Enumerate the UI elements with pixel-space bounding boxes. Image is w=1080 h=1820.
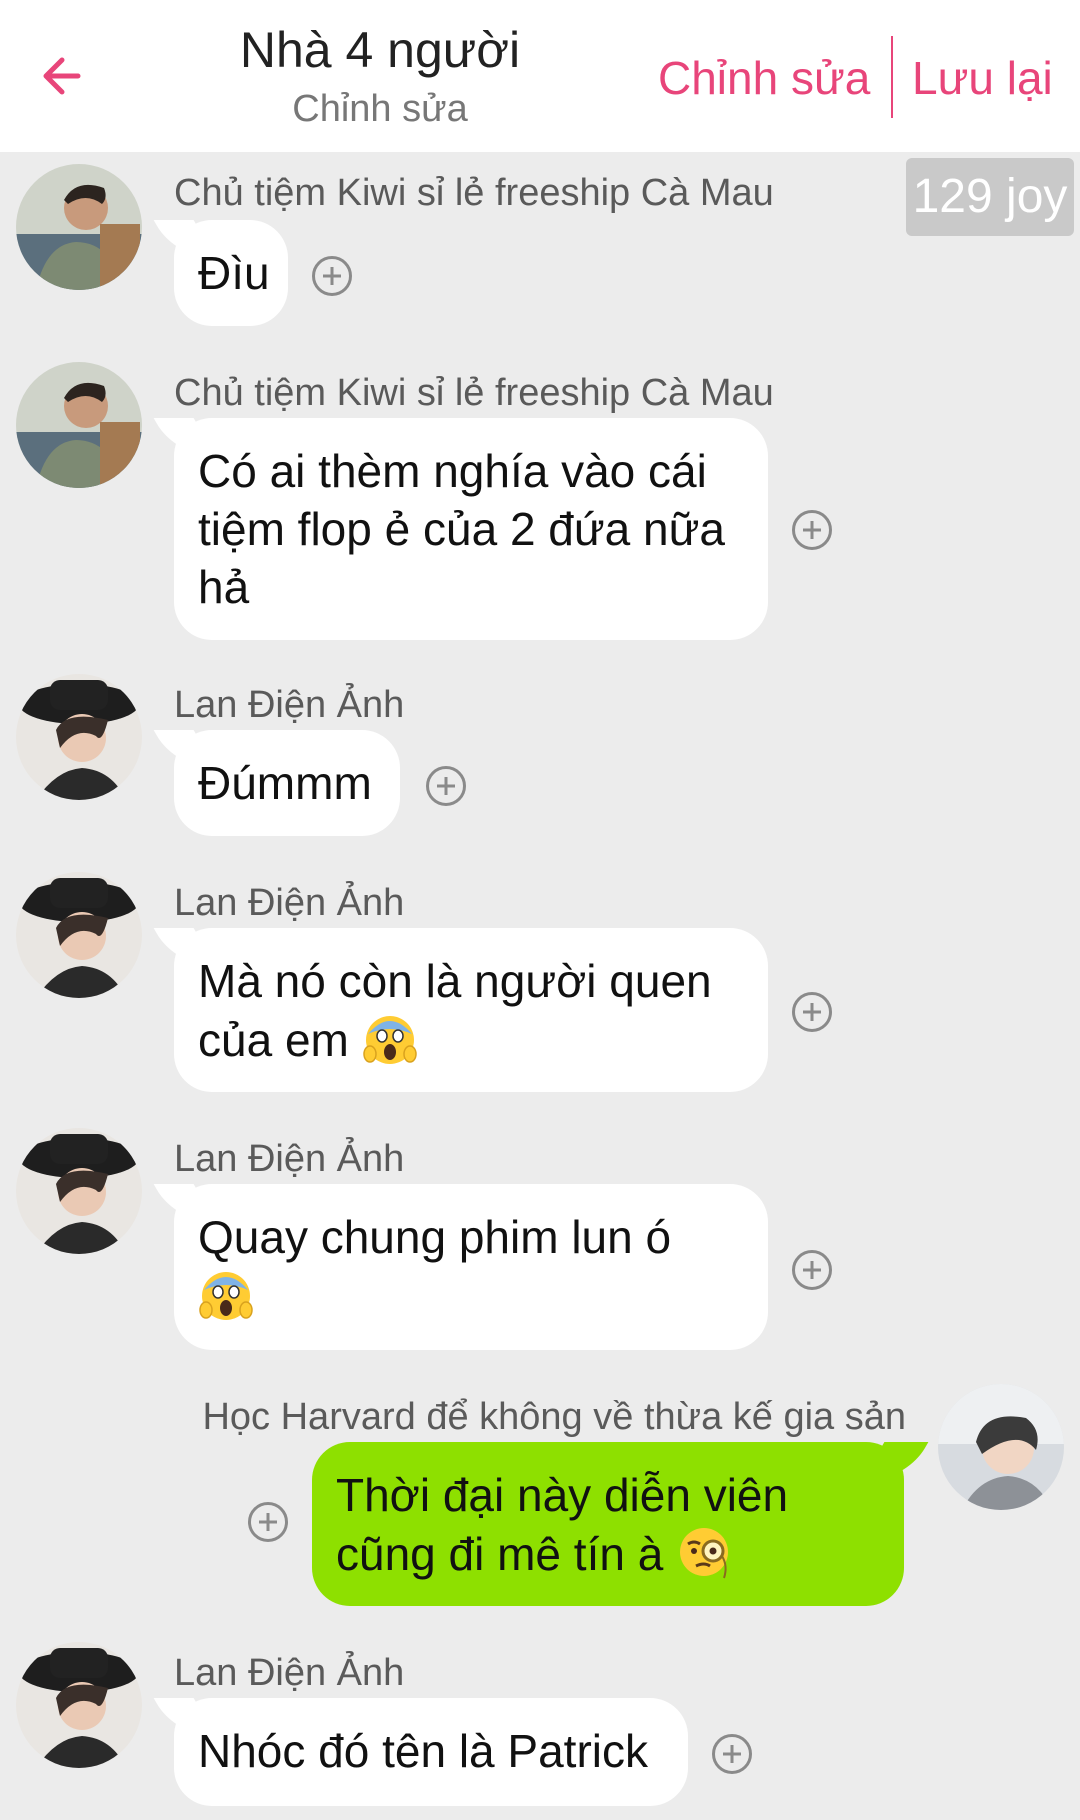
add-reaction-button[interactable] — [792, 992, 832, 1032]
avatar-harvard-icon — [938, 1384, 1064, 1510]
avatar[interactable] — [16, 674, 142, 800]
avatar[interactable] — [16, 362, 142, 488]
message-line: hả — [198, 561, 250, 613]
save-button[interactable]: Lưu lại — [912, 46, 1053, 110]
message-line: của em — [198, 1014, 349, 1066]
message-line: tiệm flop ẻ của 2 đứa nữa — [198, 503, 726, 555]
edit-button[interactable]: Chỉnh sửa — [658, 46, 870, 110]
scream-emoji-icon — [199, 1272, 253, 1320]
sender-name: Học Harvard để không về thừa kế gia sản — [202, 1396, 906, 1438]
message-line-with-emoji — [198, 1266, 744, 1325]
message-line: Đìu — [198, 247, 270, 299]
message-line: Đúmmm — [198, 757, 372, 809]
add-reaction-button[interactable] — [312, 256, 352, 296]
arrow-left-icon — [43, 57, 81, 95]
message-bubble[interactable]: Có ai thèm nghía vào cái tiệm flop ẻ của… — [174, 418, 768, 640]
add-reaction-button[interactable] — [248, 1502, 288, 1542]
message-line: Thời đại này diễn viên — [336, 1469, 789, 1521]
add-reaction-button[interactable] — [792, 510, 832, 550]
message-line: Quay chung phim lun ó — [198, 1211, 672, 1263]
sender-name: Lan Điện Ảnh — [174, 684, 405, 726]
avatar[interactable] — [16, 1642, 142, 1768]
add-reaction-button[interactable] — [426, 766, 466, 806]
message-bubble[interactable]: Mà nó còn là người quen của em — [174, 928, 768, 1092]
chat-subtitle: Chỉnh sửa — [292, 88, 468, 130]
header-divider — [891, 36, 893, 118]
monocle-emoji-icon — [680, 1528, 729, 1579]
message-line-with-emoji: cũng đi mê tín à — [336, 1524, 880, 1583]
add-reaction-button[interactable] — [712, 1734, 752, 1774]
sender-name: Lan Điện Ảnh — [174, 1138, 405, 1180]
message-line: Mà nó còn là người quen — [198, 955, 712, 1007]
avatar[interactable] — [16, 164, 142, 290]
chat-title: Nhà 4 người — [239, 22, 521, 78]
avatar[interactable] — [16, 1128, 142, 1254]
message-line: Có ai thèm nghía vào cái — [198, 445, 707, 497]
back-button[interactable] — [30, 40, 90, 112]
avatar-lan-icon — [16, 1128, 142, 1254]
sender-name: Chủ tiệm Kiwi sỉ lẻ freeship Cà Mau — [174, 372, 774, 414]
avatar[interactable] — [938, 1384, 1064, 1510]
avatar-lan-icon — [16, 872, 142, 998]
sender-name: Chủ tiệm Kiwi sỉ lẻ freeship Cà Mau — [174, 172, 774, 214]
avatar-kiwi-icon — [16, 362, 142, 488]
joy-badge: 129 joy — [906, 158, 1074, 236]
message-line: Nhóc đó tên là Patrick — [198, 1725, 649, 1777]
add-reaction-button[interactable] — [792, 1250, 832, 1290]
avatar-kiwi-icon — [16, 164, 142, 290]
title-block: Nhà 4 người Chỉnh sửa — [200, 18, 560, 134]
avatar[interactable] — [16, 872, 142, 998]
avatar-lan-icon — [16, 674, 142, 800]
message-bubble[interactable]: Đìu — [174, 220, 288, 326]
message-bubble[interactable]: Quay chung phim lun ó — [174, 1184, 768, 1350]
message-line-with-emoji: của em — [198, 1010, 744, 1069]
sender-name: Lan Điện Ảnh — [174, 1652, 405, 1694]
scream-emoji-icon — [362, 1016, 417, 1064]
app-header: Nhà 4 người Chỉnh sửa Chỉnh sửa Lưu lại — [0, 0, 1080, 152]
message-bubble[interactable]: Nhóc đó tên là Patrick — [174, 1698, 688, 1806]
message-bubble[interactable]: Thời đại này diễn viên cũng đi mê tín à — [312, 1442, 904, 1606]
sender-name: Lan Điện Ảnh — [174, 882, 405, 924]
avatar-lan-icon — [16, 1642, 142, 1768]
message-line: cũng đi mê tín à — [336, 1528, 664, 1580]
message-bubble[interactable]: Đúmmm — [174, 730, 400, 836]
